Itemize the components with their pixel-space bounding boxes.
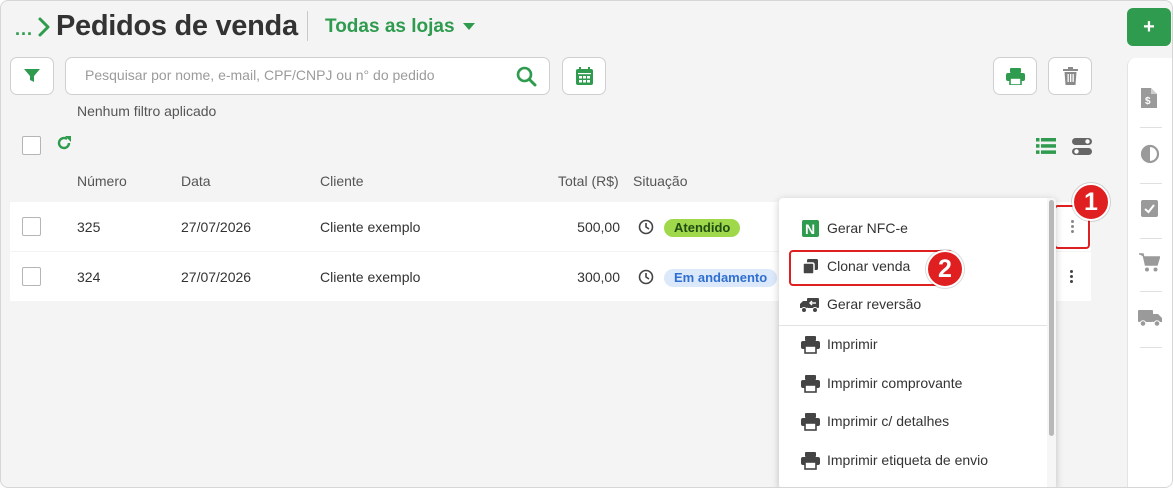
sidebar-divider [1140,183,1162,184]
menu-item-gerar-nfce[interactable]: N Gerar NFC-e [779,209,1047,247]
row-actions-menu: N Gerar NFC-e Clonar venda Gerar reversã… [779,198,1056,487]
sidebar-divider [1140,238,1162,239]
truck-return-icon [800,298,819,313]
menu-item-label: Imprimir etiqueta de envio [827,452,989,468]
order-number: 325 [77,219,101,235]
menu-item-imprimir-etiqueta[interactable]: Imprimir etiqueta de envio [779,441,1047,479]
date-filter-button[interactable] [562,57,606,95]
printer-icon [801,413,820,431]
search-box[interactable] [65,57,550,95]
sidebar-divider [1140,347,1162,348]
print-button[interactable] [993,57,1037,95]
breadcrumb-ellipsis[interactable]: ... [15,19,33,40]
printer-icon [801,452,820,470]
contrast-icon[interactable] [1140,144,1160,164]
column-header-situacao[interactable]: Situação [633,173,687,189]
printer-icon [1005,67,1025,85]
order-date: 27/07/2026 [181,269,252,285]
nfce-n-icon: N [802,220,819,237]
app-frame: ... Pedidos de venda Todas as lojas + Pe… [0,0,1173,488]
status-badge: Atendido [664,219,741,237]
order-number: 324 [77,269,101,285]
store-select[interactable]: Todas as lojas [325,16,475,38]
menu-item-gerar-reversao[interactable]: Gerar reversão [779,285,1047,323]
menu-item-label: Imprimir c/ detalhes [827,413,950,429]
order-client: Cliente exemplo [320,219,421,235]
clock-icon [638,269,654,285]
column-header-numero[interactable]: Número [77,173,127,189]
select-all-checkbox[interactable] [22,136,41,155]
menu-item-label: Imprimir [827,336,878,352]
order-date: 27/07/2026 [181,219,252,235]
store-select-label: Todas as lojas [325,16,455,37]
printer-icon [801,375,820,393]
filter-button[interactable] [10,57,54,95]
calendar-icon [575,67,593,85]
trash-icon [1062,67,1078,85]
menu-scrollbar-thumb[interactable] [1049,200,1054,436]
funnel-icon [24,69,40,82]
caret-down-icon [462,23,475,30]
callout-marker-1: 1 [1072,183,1110,221]
menu-item-imprimir-comprovante[interactable]: Imprimir comprovante [779,364,1047,402]
row-checkbox[interactable] [22,217,41,236]
order-total: 500,00 [577,219,620,235]
column-header-total[interactable]: Total (R$) [558,173,619,189]
header-divider [307,11,308,41]
menu-item-label: Gerar NFC-e [827,220,908,236]
column-header-data[interactable]: Data [181,173,211,189]
printer-icon [801,336,820,354]
truck-icon[interactable] [1138,308,1162,327]
filter-status-text: Nenhum filtro aplicado [77,103,217,119]
svg-text:$: $ [1145,96,1151,107]
right-sidebar: $ [1127,58,1172,487]
column-header-cliente[interactable]: Cliente [320,173,364,189]
menu-item-imprimir-detalhes[interactable]: Imprimir c/ detalhes [779,402,1047,440]
search-icon[interactable] [516,66,537,87]
chevron-right-icon [38,17,50,37]
order-total: 300,00 [577,269,620,285]
checkbox-icon[interactable] [1141,200,1158,217]
order-client: Cliente exemplo [320,269,421,285]
search-input[interactable] [85,67,505,83]
clock-icon [638,219,654,235]
sidebar-divider [1140,127,1162,128]
delete-button[interactable] [1048,57,1092,95]
row-actions-button[interactable] [1066,266,1076,286]
row-checkbox[interactable] [22,267,41,286]
list-view-icon[interactable] [1036,138,1056,154]
page-title: Pedidos de venda [56,10,298,42]
menu-scrollbar[interactable] [1047,198,1056,487]
add-order-button[interactable]: + [1127,8,1171,46]
cart-icon[interactable] [1139,253,1160,272]
sidebar-divider [1140,291,1162,292]
refresh-icon[interactable] [56,135,72,151]
invoice-dollar-icon[interactable]: $ [1141,88,1157,108]
menu-item-label: Imprimir comprovante [827,375,963,391]
menu-item-label: Gerar reversão [827,296,922,312]
menu-item-imprimir[interactable]: Imprimir [779,325,1047,363]
svg-text:N: N [805,221,815,237]
plus-icon: + [1143,15,1155,38]
callout-marker-2: 2 [926,250,964,288]
toggle-view-icon[interactable] [1072,138,1092,155]
status-badge: Em andamento [664,269,778,287]
